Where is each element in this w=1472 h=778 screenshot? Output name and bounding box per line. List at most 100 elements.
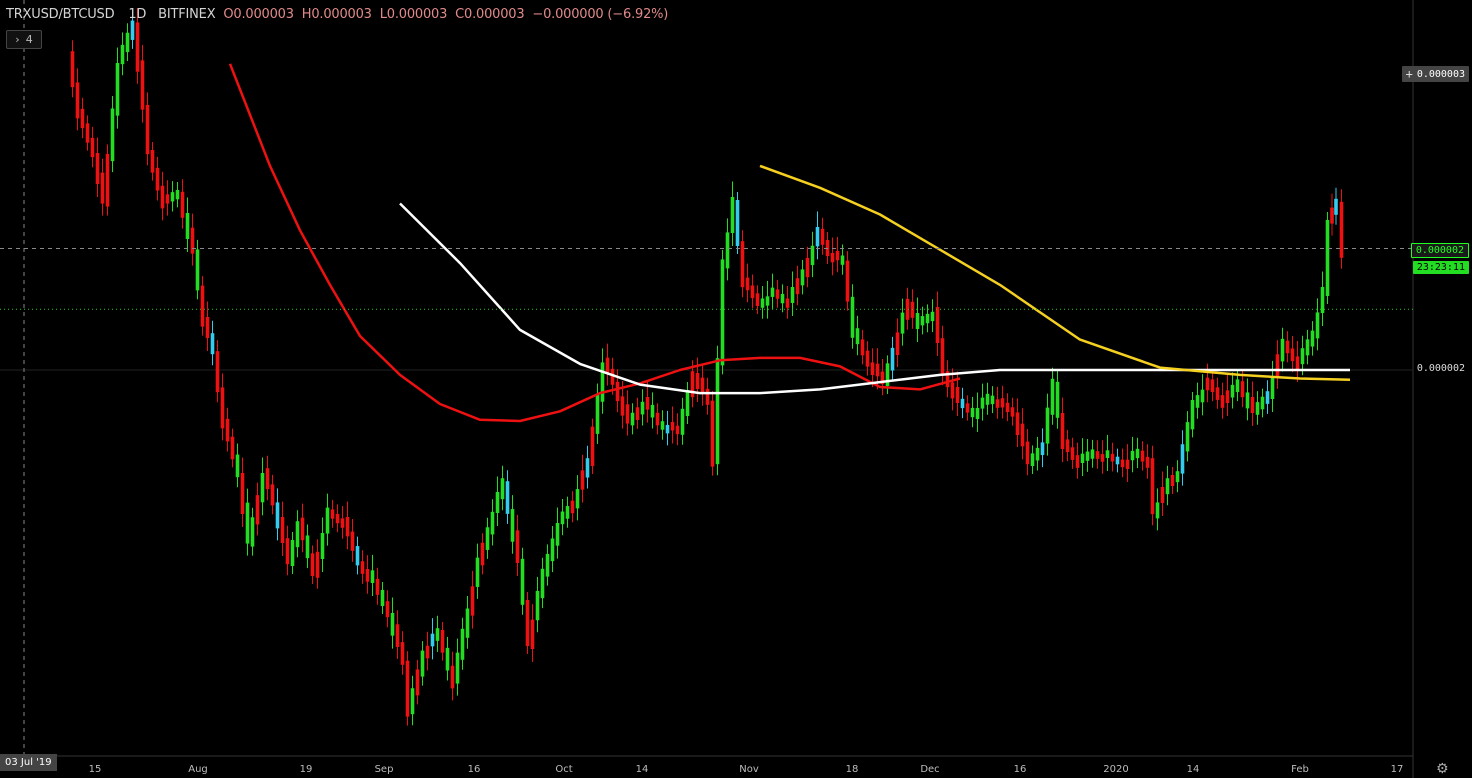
candle (995, 399, 1000, 408)
candle (1105, 450, 1110, 458)
candle (450, 665, 455, 689)
indicator-toggle-button[interactable]: › 4 (6, 30, 42, 49)
candle (1285, 340, 1290, 354)
time-tick: Nov (739, 764, 759, 775)
candle (245, 502, 250, 544)
candle (1145, 456, 1150, 468)
candle (1005, 402, 1010, 413)
candle (240, 473, 245, 514)
candle (1334, 198, 1338, 215)
candle (675, 425, 680, 435)
candle (280, 517, 285, 543)
candle (295, 521, 300, 548)
candle (1135, 448, 1140, 459)
chart-canvas[interactable] (0, 0, 1472, 778)
candle (860, 339, 865, 356)
candle (425, 645, 430, 659)
candle (855, 328, 860, 345)
candle (655, 412, 660, 426)
candle (470, 586, 475, 616)
candle (400, 642, 405, 665)
interval-label[interactable]: 1D (128, 7, 146, 22)
indicator-count: 4 (25, 33, 33, 46)
moving-averages-layer (228, 63, 1351, 423)
candle (530, 619, 535, 649)
candle (960, 398, 965, 409)
candle (260, 473, 265, 503)
candle (1030, 453, 1035, 466)
candle (200, 285, 205, 327)
candle (175, 190, 180, 200)
candle (495, 492, 500, 513)
plus-icon[interactable]: + (1406, 67, 1413, 81)
candle (720, 259, 725, 366)
candle (1000, 398, 1005, 408)
candle (105, 153, 110, 207)
candle (1025, 441, 1030, 465)
candle (1185, 422, 1190, 452)
candle (330, 509, 335, 519)
candle (460, 628, 465, 660)
candle (1140, 450, 1145, 462)
candle (1275, 354, 1280, 377)
candle (1115, 456, 1120, 465)
candle (365, 569, 370, 582)
candle (930, 311, 935, 322)
candle (1060, 413, 1065, 449)
time-tick: Sep (374, 764, 394, 775)
candle (965, 403, 970, 413)
candle (165, 194, 170, 204)
high-value: H0.000003 (301, 7, 372, 22)
candle (795, 278, 800, 295)
gear-icon[interactable]: ⚙ (1436, 761, 1449, 777)
time-tick: 15 (88, 764, 102, 775)
candle (845, 260, 850, 302)
candle (1315, 312, 1320, 339)
candle (835, 250, 840, 261)
candle (480, 542, 485, 566)
candle (485, 527, 490, 550)
candle (1020, 423, 1025, 447)
crosshair-date-tag: 03 Jul '19 (0, 754, 57, 771)
candle (600, 362, 605, 402)
candle (730, 197, 735, 233)
candle (500, 478, 505, 500)
exchange-label: BITFINEX (158, 7, 216, 22)
candle (405, 660, 410, 717)
candle (1080, 453, 1085, 463)
candle (540, 568, 545, 599)
candle (320, 533, 325, 559)
candle (1255, 402, 1260, 415)
candle (190, 227, 195, 254)
candle (90, 137, 95, 158)
candle (255, 495, 260, 525)
symbol-label[interactable]: TRXUSD/BTCUSD (6, 7, 115, 22)
candle (840, 255, 845, 265)
candle (440, 630, 445, 653)
candle (620, 396, 625, 416)
candle (875, 363, 880, 377)
candle (1010, 407, 1015, 417)
candle (305, 535, 310, 559)
candle (635, 407, 640, 420)
candle (615, 381, 620, 402)
candle (575, 489, 580, 509)
candle (940, 338, 945, 375)
candle (790, 287, 795, 303)
candle (725, 232, 730, 269)
candle (300, 517, 305, 541)
candle (1305, 339, 1310, 356)
candle (110, 108, 115, 162)
candle (1065, 439, 1070, 453)
candle (1085, 451, 1090, 461)
candle (1295, 356, 1300, 369)
candle (1150, 458, 1155, 515)
candle (1015, 412, 1020, 436)
candle (820, 228, 825, 245)
candle (1225, 390, 1230, 403)
candle (630, 412, 635, 426)
candle (380, 590, 385, 606)
candle (1330, 207, 1334, 224)
time-axis[interactable]: 15 Aug 19 Sep 16 Oct 14 Nov 18 Dec 16 20… (0, 756, 1413, 778)
candle (1090, 449, 1095, 459)
